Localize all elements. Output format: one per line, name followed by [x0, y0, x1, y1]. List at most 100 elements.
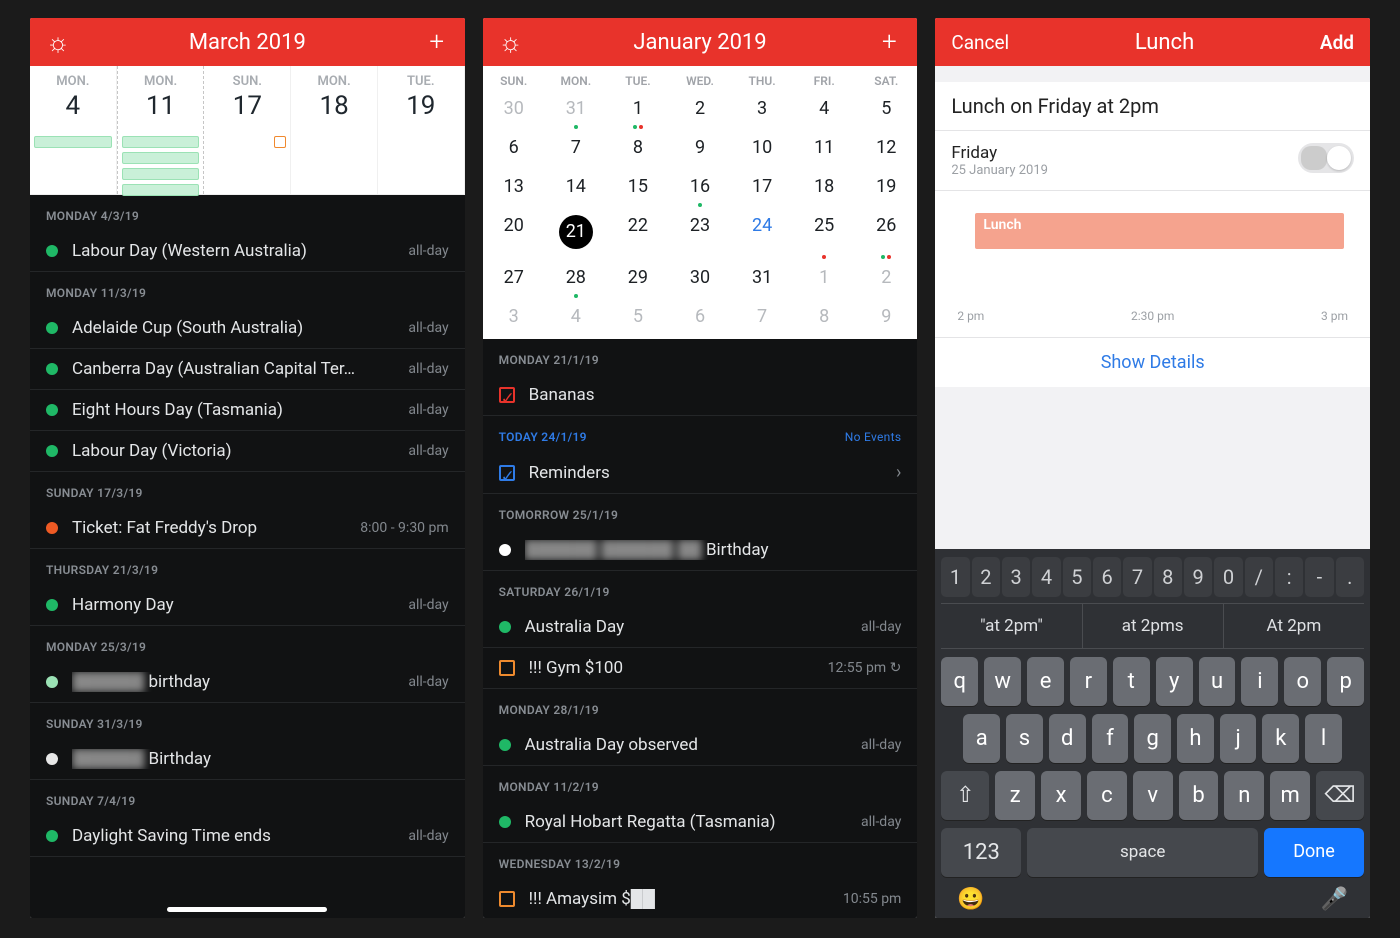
numkey[interactable]: 5	[1063, 557, 1091, 597]
key-b[interactable]: b	[1179, 771, 1219, 820]
numkey[interactable]: .	[1336, 557, 1364, 597]
key-z[interactable]: z	[995, 771, 1035, 820]
key-u[interactable]: u	[1199, 657, 1236, 706]
suggestion[interactable]: At 2pm	[1223, 604, 1364, 648]
key-k[interactable]: k	[1262, 714, 1299, 763]
month-day[interactable]: 11	[793, 131, 855, 170]
key-a[interactable]: a	[963, 714, 1000, 763]
month-day[interactable]: 23	[669, 209, 731, 261]
key-y[interactable]: y	[1156, 657, 1193, 706]
month-day[interactable]: 25	[793, 209, 855, 261]
event-block[interactable]: Lunch	[975, 213, 1344, 249]
numkey[interactable]: :	[1275, 557, 1303, 597]
event-row[interactable]: ✓Bananas	[483, 375, 918, 416]
numkey[interactable]: 6	[1093, 557, 1121, 597]
mic-icon[interactable]: 🎤	[1321, 887, 1348, 912]
key-shift[interactable]: ⇧	[941, 771, 989, 820]
day-column[interactable]: SUN.17	[204, 66, 291, 194]
key-j[interactable]: j	[1220, 714, 1257, 763]
timeline[interactable]: Lunch 2 pm2:30 pm3 pm	[935, 191, 1370, 338]
month-day[interactable]: 6	[669, 300, 731, 339]
key-e[interactable]: e	[1027, 657, 1064, 706]
event-list[interactable]: MONDAY 21/1/19✓BananasTODAY 24/1/19No Ev…	[483, 339, 918, 918]
month-day[interactable]: 8	[607, 131, 669, 170]
key-w[interactable]: w	[984, 657, 1021, 706]
event-row[interactable]: Eight Hours Day (Tasmania)all-day	[30, 390, 465, 431]
day-column[interactable]: MON.11	[117, 66, 205, 194]
month-day[interactable]: 5	[855, 92, 917, 131]
key-r[interactable]: r	[1070, 657, 1107, 706]
key-m[interactable]: m	[1270, 771, 1310, 820]
settings-icon[interactable]: ☼	[46, 30, 70, 54]
event-row[interactable]: Australia Dayall-day	[483, 607, 918, 648]
month-day[interactable]: 1	[793, 261, 855, 300]
cancel-button[interactable]: Cancel	[951, 31, 1009, 54]
add-button[interactable]: Add	[1320, 31, 1354, 54]
month-day[interactable]: 5	[607, 300, 669, 339]
event-row[interactable]: Canberra Day (Australian Capital Ter…all…	[30, 349, 465, 390]
month-day[interactable]: 27	[483, 261, 545, 300]
month-day[interactable]: 9	[669, 131, 731, 170]
event-row[interactable]: Adelaide Cup (South Australia)all-day	[30, 308, 465, 349]
key-backspace[interactable]: ⌫	[1316, 771, 1364, 820]
when-row[interactable]: Friday 25 January 2019	[935, 131, 1370, 191]
add-icon[interactable]: +	[425, 30, 449, 54]
event-row[interactable]: !!! Gym $10012:55 pm ↻	[483, 648, 918, 689]
month-day[interactable]: 16	[669, 170, 731, 209]
month-day[interactable]: 24	[731, 209, 793, 261]
month-day[interactable]: 28	[545, 261, 607, 300]
key-t[interactable]: t	[1113, 657, 1150, 706]
numkey[interactable]: 2	[972, 557, 1000, 597]
month-day[interactable]: 2	[855, 261, 917, 300]
numkey[interactable]: /	[1245, 557, 1273, 597]
numkey[interactable]: 8	[1154, 557, 1182, 597]
nl-input[interactable]: Lunch on Friday at 2pm	[935, 82, 1370, 131]
key-f[interactable]: f	[1092, 714, 1129, 763]
day-column[interactable]: TUE.19	[378, 66, 465, 194]
month-day[interactable]: 30	[483, 92, 545, 131]
key-space[interactable]: space	[1027, 828, 1258, 877]
suggestion[interactable]: at 2pms	[1082, 604, 1223, 648]
month-day[interactable]: 21	[545, 209, 607, 261]
month-day[interactable]: 20	[483, 209, 545, 261]
suggestion[interactable]: "at 2pm"	[941, 604, 1081, 648]
month-day[interactable]: 31	[545, 92, 607, 131]
numkey[interactable]: 7	[1123, 557, 1151, 597]
key-s[interactable]: s	[1006, 714, 1043, 763]
month-title[interactable]: March 2019	[189, 30, 306, 55]
numkey[interactable]: 4	[1032, 557, 1060, 597]
numkey[interactable]: 0	[1214, 557, 1242, 597]
key-p[interactable]: p	[1327, 657, 1364, 706]
event-row[interactable]: !!! Amaysim $██10:55 pm	[483, 879, 918, 918]
key-123[interactable]: 123	[941, 828, 1021, 877]
checkbox-icon[interactable]: ✓	[499, 387, 515, 403]
month-day[interactable]: 6	[483, 131, 545, 170]
day-column[interactable]: MON.4	[30, 66, 117, 194]
event-row[interactable]: Harmony Dayall-day	[30, 585, 465, 626]
month-day[interactable]: 15	[607, 170, 669, 209]
event-row[interactable]: Labour Day (Victoria)all-day	[30, 431, 465, 472]
add-icon[interactable]: +	[877, 30, 901, 54]
month-day[interactable]: 26	[855, 209, 917, 261]
month-day[interactable]: 12	[855, 131, 917, 170]
key-x[interactable]: x	[1041, 771, 1081, 820]
numkey[interactable]: 9	[1184, 557, 1212, 597]
month-day[interactable]: 17	[731, 170, 793, 209]
key-h[interactable]: h	[1177, 714, 1214, 763]
month-day[interactable]: 9	[855, 300, 917, 339]
month-day[interactable]: 30	[669, 261, 731, 300]
key-done[interactable]: Done	[1264, 828, 1364, 877]
event-row[interactable]: ✓Reminders›	[483, 452, 918, 494]
month-day[interactable]: 3	[483, 300, 545, 339]
numkey[interactable]: 3	[1002, 557, 1030, 597]
month-day[interactable]: 29	[607, 261, 669, 300]
month-grid[interactable]: SUN.MON.TUE.WED.THU.FRI.SAT. 30311234567…	[483, 66, 918, 339]
keyboard[interactable]: 1234567890/:-. "at 2pm"at 2pmsAt 2pm qwe…	[935, 549, 1370, 918]
month-day[interactable]: 2	[669, 92, 731, 131]
key-n[interactable]: n	[1224, 771, 1264, 820]
event-row[interactable]: Ticket: Fat Freddy's Drop8:00 - 9:30 pm	[30, 508, 465, 549]
event-row[interactable]: ██████ birthdayall-day	[30, 662, 465, 703]
event-list[interactable]: MONDAY 4/3/19Labour Day (Western Austral…	[30, 195, 465, 918]
month-day[interactable]: 14	[545, 170, 607, 209]
key-o[interactable]: o	[1284, 657, 1321, 706]
